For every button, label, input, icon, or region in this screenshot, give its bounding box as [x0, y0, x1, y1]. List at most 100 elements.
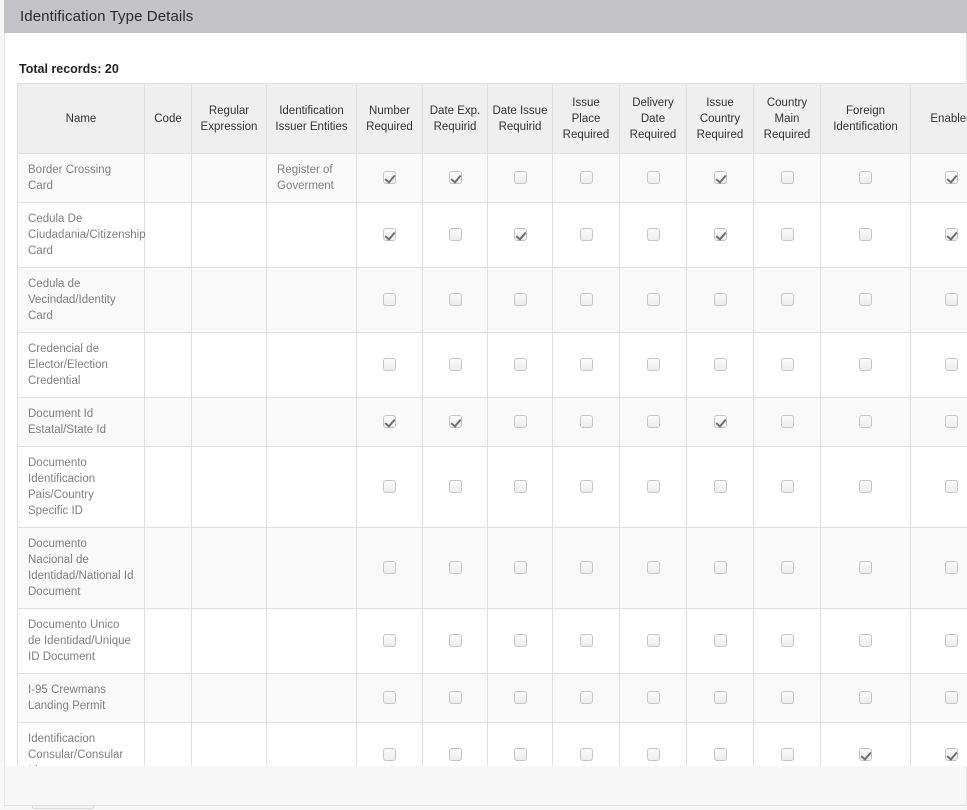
- checkbox-country-main-required[interactable]: [780, 293, 794, 307]
- checkbox-issue-place-required[interactable]: [579, 691, 593, 705]
- checkbox-enabled[interactable]: [945, 561, 958, 575]
- checkbox-date-exp-requirid[interactable]: [448, 171, 462, 185]
- table-row[interactable]: Cedula De Ciudadania/Citizenship Card: [17, 202, 967, 268]
- checkbox-foreign-identification[interactable]: [859, 691, 872, 705]
- checkbox-enabled[interactable]: [945, 358, 958, 372]
- checkbox-date-exp-requirid[interactable]: [448, 480, 462, 494]
- column-header-foreign-identification[interactable]: Foreign Identification: [820, 83, 911, 154]
- checkbox-enabled[interactable]: [945, 480, 958, 494]
- checkbox-foreign-identification[interactable]: [859, 228, 872, 242]
- table-row[interactable]: Documento Identificacion Pais/Country Sp…: [17, 446, 967, 528]
- checkbox-number-required[interactable]: [383, 293, 396, 307]
- checkbox-date-exp-requirid[interactable]: [448, 634, 462, 648]
- checkbox-issue-place-required[interactable]: [579, 748, 593, 762]
- checkbox-date-issue-requirid[interactable]: [513, 480, 527, 494]
- checkbox-delivery-date-required[interactable]: [646, 691, 660, 705]
- checkbox-delivery-date-required[interactable]: [646, 171, 660, 185]
- checkbox-country-main-required[interactable]: [780, 691, 794, 705]
- checkbox-date-issue-requirid[interactable]: [513, 691, 527, 705]
- checkbox-number-required[interactable]: [383, 228, 396, 242]
- checkbox-delivery-date-required[interactable]: [646, 415, 660, 429]
- checkbox-issue-country-required[interactable]: [713, 748, 727, 762]
- checkbox-foreign-identification[interactable]: [859, 748, 872, 762]
- checkbox-issue-place-required[interactable]: [579, 228, 593, 242]
- checkbox-issue-country-required[interactable]: [713, 293, 727, 307]
- checkbox-date-issue-requirid[interactable]: [513, 561, 527, 575]
- checkbox-date-exp-requirid[interactable]: [448, 415, 462, 429]
- column-header-date-issue-requirid[interactable]: Date Issue Requirid: [487, 83, 553, 154]
- checkbox-foreign-identification[interactable]: [859, 634, 872, 648]
- checkbox-issue-country-required[interactable]: [713, 691, 727, 705]
- checkbox-date-issue-requirid[interactable]: [513, 171, 527, 185]
- checkbox-number-required[interactable]: [383, 634, 396, 648]
- checkbox-number-required[interactable]: [383, 415, 396, 429]
- checkbox-date-issue-requirid[interactable]: [513, 748, 527, 762]
- column-header-date-exp-requirid[interactable]: Date Exp. Requirid: [422, 83, 488, 154]
- table-row[interactable]: Documento Nacional de Identidad/National…: [17, 527, 967, 609]
- column-header-code[interactable]: Code: [144, 83, 192, 154]
- table-row[interactable]: Cedula de Vecindad/Identity Card: [17, 267, 967, 333]
- checkbox-delivery-date-required[interactable]: [646, 748, 660, 762]
- table-row[interactable]: Border Crossing Card Register of Govermen…: [17, 153, 967, 203]
- checkbox-date-issue-requirid[interactable]: [513, 415, 527, 429]
- checkbox-number-required[interactable]: [383, 691, 396, 705]
- column-header-country-main-required[interactable]: Country Main Required: [753, 83, 821, 154]
- table-row[interactable]: Documento Unico de Identidad/Unique ID D…: [17, 608, 967, 674]
- checkbox-enabled[interactable]: [945, 634, 958, 648]
- checkbox-number-required[interactable]: [383, 748, 396, 762]
- checkbox-number-required[interactable]: [383, 480, 396, 494]
- checkbox-foreign-identification[interactable]: [859, 480, 872, 494]
- checkbox-country-main-required[interactable]: [780, 634, 794, 648]
- checkbox-enabled[interactable]: [945, 415, 958, 429]
- checkbox-issue-country-required[interactable]: [713, 634, 727, 648]
- checkbox-enabled[interactable]: [945, 171, 958, 185]
- checkbox-delivery-date-required[interactable]: [646, 561, 660, 575]
- column-header-issue-country-required[interactable]: Issue Country Required: [686, 83, 754, 154]
- checkbox-foreign-identification[interactable]: [859, 415, 872, 429]
- table-row[interactable]: I-95 Crewmans Landing Permit: [17, 673, 967, 723]
- checkbox-issue-place-required[interactable]: [579, 293, 593, 307]
- checkbox-enabled[interactable]: [945, 228, 958, 242]
- checkbox-country-main-required[interactable]: [780, 228, 794, 242]
- checkbox-delivery-date-required[interactable]: [646, 480, 660, 494]
- table-row[interactable]: Credencial de Elector/Election Credentia…: [17, 332, 967, 398]
- checkbox-delivery-date-required[interactable]: [646, 358, 660, 372]
- checkbox-issue-place-required[interactable]: [579, 358, 593, 372]
- column-header-identification-issuer-entities[interactable]: Identification Issuer Entities: [266, 83, 357, 154]
- checkbox-date-exp-requirid[interactable]: [448, 691, 462, 705]
- checkbox-date-issue-requirid[interactable]: [513, 293, 527, 307]
- checkbox-issue-place-required[interactable]: [579, 415, 593, 429]
- checkbox-country-main-required[interactable]: [780, 415, 794, 429]
- column-header-regular-expression[interactable]: Regular Expression: [191, 83, 267, 154]
- checkbox-country-main-required[interactable]: [780, 561, 794, 575]
- checkbox-issue-country-required[interactable]: [713, 480, 727, 494]
- column-header-number-required[interactable]: Number Required: [356, 83, 423, 154]
- table-row[interactable]: Document Id Estatal/State Id: [17, 397, 967, 447]
- checkbox-delivery-date-required[interactable]: [646, 228, 660, 242]
- checkbox-enabled[interactable]: [945, 293, 958, 307]
- checkbox-issue-country-required[interactable]: [713, 415, 727, 429]
- checkbox-date-issue-requirid[interactable]: [513, 634, 527, 648]
- checkbox-country-main-required[interactable]: [780, 480, 794, 494]
- checkbox-date-exp-requirid[interactable]: [448, 358, 462, 372]
- checkbox-issue-place-required[interactable]: [579, 561, 593, 575]
- checkbox-country-main-required[interactable]: [780, 171, 794, 185]
- checkbox-country-main-required[interactable]: [780, 748, 794, 762]
- checkbox-issue-country-required[interactable]: [713, 171, 727, 185]
- column-header-name[interactable]: Name: [17, 83, 145, 154]
- checkbox-date-exp-requirid[interactable]: [448, 561, 462, 575]
- checkbox-date-issue-requirid[interactable]: [513, 358, 527, 372]
- checkbox-foreign-identification[interactable]: [859, 171, 872, 185]
- checkbox-date-exp-requirid[interactable]: [448, 293, 462, 307]
- column-header-issue-place-required[interactable]: Issue Place Required: [552, 83, 620, 154]
- checkbox-number-required[interactable]: [383, 171, 396, 185]
- checkbox-number-required[interactable]: [383, 561, 396, 575]
- checkbox-date-issue-requirid[interactable]: [513, 228, 527, 242]
- checkbox-issue-country-required[interactable]: [713, 561, 727, 575]
- checkbox-country-main-required[interactable]: [780, 358, 794, 372]
- checkbox-issue-country-required[interactable]: [713, 228, 727, 242]
- checkbox-issue-place-required[interactable]: [579, 480, 593, 494]
- column-header-enabled[interactable]: Enabled: [910, 83, 967, 154]
- checkbox-date-exp-requirid[interactable]: [448, 228, 462, 242]
- checkbox-date-exp-requirid[interactable]: [448, 748, 462, 762]
